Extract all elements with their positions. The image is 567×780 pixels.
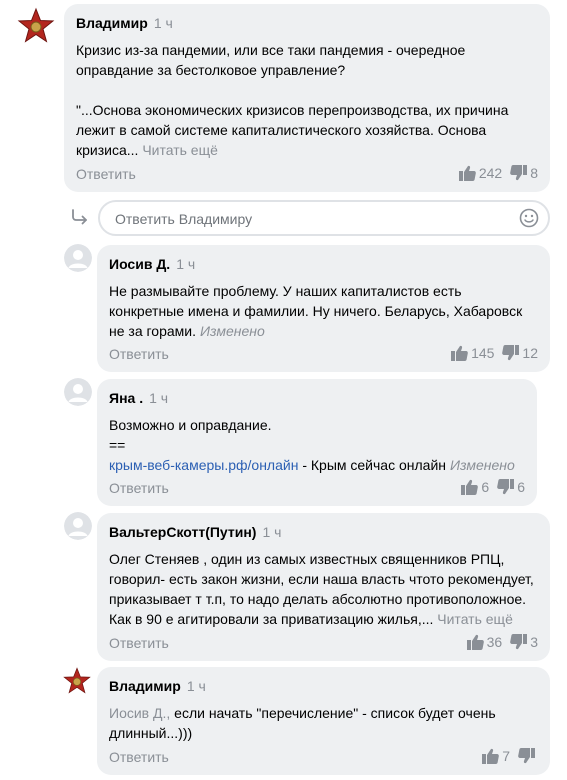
comment-text: Кризис из-за пандемии, или все таки панд… [76, 40, 538, 160]
comment-actions: Ответить 6 6 [97, 472, 537, 506]
comment-time: 1 ч [186, 678, 206, 694]
reply-input[interactable] [113, 202, 507, 236]
comment-author[interactable]: ВальтерСкотт(Путин) [109, 524, 256, 540]
comment-author[interactable]: Яна . [109, 390, 143, 406]
comment-actions: Ответить 36 3 [97, 627, 550, 661]
like-count: 145 [471, 345, 495, 361]
thumbs-down-icon [510, 634, 528, 650]
avatar[interactable] [64, 512, 92, 540]
read-more-link[interactable]: Читать ещё [437, 611, 513, 627]
like-count: 36 [486, 634, 503, 650]
dislike-button[interactable]: 6 [497, 479, 525, 495]
comment: Владимир 1 ч Иосив Д., если начать "переч… [97, 667, 550, 775]
red-star-icon [62, 666, 92, 696]
user-placeholder-icon [64, 244, 92, 272]
avatar[interactable] [62, 666, 92, 696]
dislike-button[interactable]: 3 [510, 634, 538, 650]
comment: Владимир 1 ч Кризис из-за пандемии, или в… [64, 4, 550, 192]
avatar[interactable] [64, 378, 92, 406]
comment: Иосив Д. 1 ч Не размывайте проблему. У на… [97, 245, 550, 372]
thumbs-down-icon [502, 345, 520, 361]
comment: Яна . 1 ч Возможно и оправдание. == крым-… [97, 379, 537, 506]
thumbs-down-icon [510, 165, 528, 181]
comment-time: 1 ч [176, 256, 196, 272]
comment-paragraph: Кризис из-за пандемии, или все таки панд… [76, 42, 466, 78]
comment-time: 1 ч [149, 390, 169, 406]
read-more-link[interactable]: Читать ещё [142, 142, 218, 158]
like-count: 7 [502, 748, 510, 764]
comment-paragraph: "...Основа экономических кризисов перепр… [76, 102, 509, 158]
comment-text: Не размывайте проблему. У наших капитали… [109, 283, 523, 339]
edited-label: Изменено [450, 457, 515, 473]
thumbs-down-icon [518, 748, 535, 764]
like-button[interactable]: 7 [482, 748, 510, 764]
reply-button[interactable]: Ответить [109, 635, 169, 651]
red-star-icon [16, 6, 56, 46]
reply-input-box [98, 200, 550, 236]
comment-actions: Ответить 145 12 [97, 338, 550, 372]
like-button[interactable]: 242 [458, 165, 503, 181]
comment-actions: Ответить 7 [97, 741, 550, 775]
reply-button[interactable]: Ответить [76, 166, 136, 182]
thumbs-down-icon [497, 479, 515, 495]
comment-text: Олег Стеняев , один из самых известных с… [109, 551, 534, 627]
dislike-count: 8 [530, 165, 538, 181]
dislike-count: 6 [517, 479, 525, 495]
dislike-count: 3 [530, 634, 538, 650]
comment-author[interactable]: Владимир [76, 15, 148, 31]
comment-text: Иосив Д., если начать "перечисление" - с… [109, 705, 496, 741]
like-count: 242 [478, 165, 503, 181]
comment-text: Возможно и оправдание. == крым-веб-камер… [109, 417, 515, 473]
comment-author[interactable]: Иосив Д. [109, 256, 170, 272]
like-button[interactable]: 6 [461, 479, 489, 495]
reply-button[interactable]: Ответить [109, 346, 169, 362]
comment: ВальтерСкотт(Путин) 1 ч Олег Стеняев , од… [97, 513, 550, 661]
dislike-button[interactable] [518, 748, 538, 764]
like-button[interactable]: 145 [451, 345, 494, 361]
like-button[interactable]: 36 [466, 634, 503, 650]
comment-time: 1 ч [153, 15, 173, 31]
avatar[interactable] [64, 244, 92, 272]
reply-button[interactable]: Ответить [109, 749, 169, 765]
thumbs-up-icon [451, 345, 468, 361]
thumbs-up-icon [458, 165, 476, 181]
avatar[interactable] [16, 6, 56, 46]
comment-time: 1 ч [262, 524, 282, 540]
thumbs-up-icon [461, 479, 479, 495]
thumbs-up-icon [482, 748, 500, 764]
external-link[interactable]: крым-веб-камеры.рф/онлайн [109, 457, 298, 473]
emoji-icon[interactable] [519, 208, 539, 228]
comment-author[interactable]: Владимир [109, 678, 181, 694]
like-count: 6 [481, 479, 490, 495]
user-mention[interactable]: Иосив Д., [109, 705, 170, 721]
dislike-button[interactable]: 8 [510, 165, 538, 181]
user-placeholder-icon [64, 378, 92, 406]
user-placeholder-icon [64, 512, 92, 540]
edited-label: Изменено [200, 323, 265, 339]
comment-actions: Ответить 242 8 [64, 158, 550, 192]
dislike-button[interactable]: 12 [502, 345, 538, 361]
reply-button[interactable]: Ответить [109, 480, 169, 496]
reply-arrow-icon [72, 209, 87, 225]
thumbs-up-icon [466, 634, 484, 650]
dislike-count: 12 [522, 345, 538, 361]
